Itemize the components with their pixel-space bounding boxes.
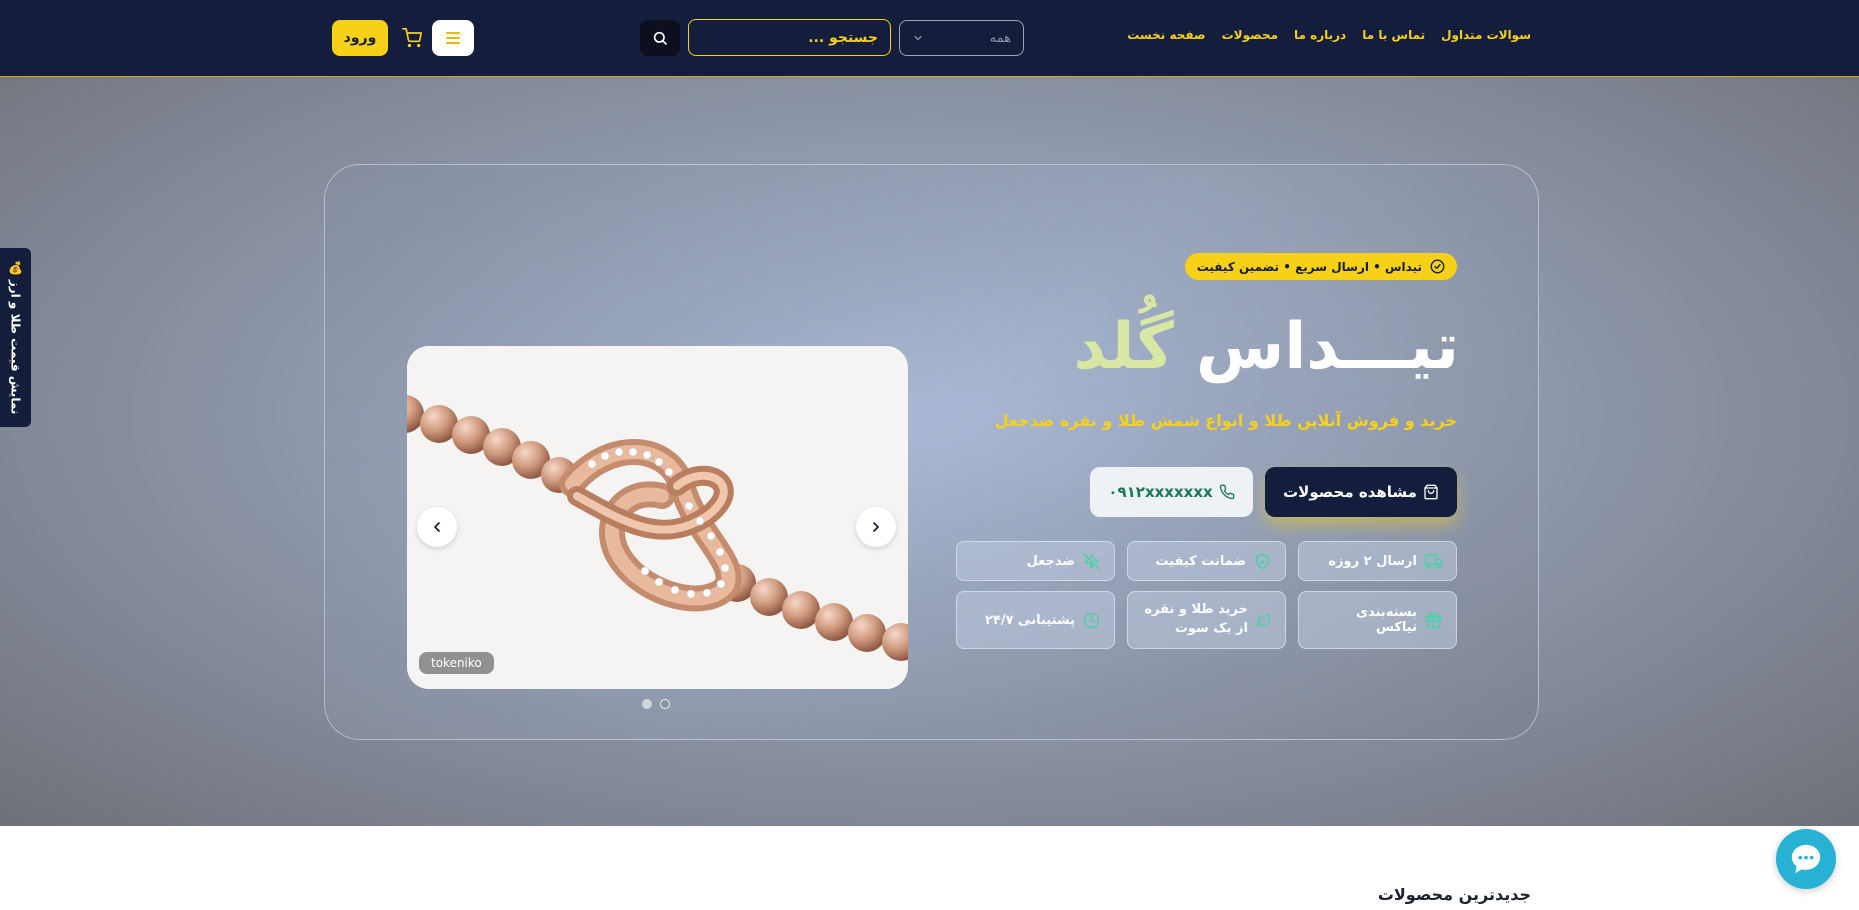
feature-shipping-label: ارسال ۲ روزه xyxy=(1328,553,1417,569)
carousel-caption: tokeniko xyxy=(419,652,494,674)
clock-icon xyxy=(1083,612,1100,628)
search-input[interactable] xyxy=(688,19,891,56)
gold-price-tab[interactable]: نمایش قیمت طلا و ارز 💰 xyxy=(0,248,31,427)
chevron-right-icon xyxy=(873,522,879,532)
hero-section: تیداس • ارسال سریع • تضمین کیفیت تیـــدا… xyxy=(0,77,1859,826)
feature-anti-fake-label: ضدجعل xyxy=(1026,553,1075,569)
brand-title: تیـــداس گُلد xyxy=(1073,309,1459,386)
bracelet-image xyxy=(407,346,908,689)
chevron-left-icon xyxy=(434,522,440,532)
hamburger-icon xyxy=(446,32,460,44)
nav-contact[interactable]: تماس با ما xyxy=(1362,28,1425,42)
carousel-dots xyxy=(642,699,670,709)
carousel-dot-1[interactable] xyxy=(642,699,652,709)
category-select-value: همه xyxy=(989,30,1011,46)
feature-quality-label: ضمانت کیفیت xyxy=(1155,553,1246,569)
category-select[interactable]: همه xyxy=(899,20,1024,56)
carousel-dot-2[interactable] xyxy=(660,699,670,709)
feature-shipping: ارسال ۲ روزه xyxy=(1298,541,1457,581)
view-products-label: مشاهده محصولات xyxy=(1283,483,1417,501)
search-icon xyxy=(653,31,667,45)
product-carousel[interactable]: tokeniko xyxy=(407,346,908,689)
feature-one-stop-label: خرید طلا و نقره از یک سوت xyxy=(1144,602,1248,636)
login-button[interactable]: ورود xyxy=(332,20,388,56)
feature-packaging: بسته‌بندی تیاکس xyxy=(1298,591,1457,649)
zap-off-icon xyxy=(1083,552,1100,570)
gold-price-tab-label: نمایش قیمت طلا و ارز 💰 xyxy=(8,260,23,415)
phone-number: ۰۹۱۲xxxxxxx xyxy=(1108,483,1213,501)
feature-quality: ضمانت کیفیت xyxy=(1127,541,1286,581)
nav-products[interactable]: محصولات xyxy=(1222,28,1278,42)
nav-about[interactable]: درباره ما xyxy=(1294,28,1346,42)
shield-check-icon xyxy=(1256,553,1269,569)
carousel-prev-button[interactable] xyxy=(417,507,457,547)
carousel-next-button[interactable] xyxy=(856,507,896,547)
chat-button[interactable] xyxy=(1776,829,1836,889)
hero-badge-text: تیداس • ارسال سریع • تضمین کیفیت xyxy=(1196,259,1422,274)
phone-icon xyxy=(1219,484,1235,500)
feature-anti-fake: ضدجعل xyxy=(956,541,1115,581)
gift-icon xyxy=(1425,612,1442,628)
search-button[interactable] xyxy=(640,20,680,56)
newest-products-title: جدیدترین محصولات xyxy=(1377,885,1531,904)
phone-button[interactable]: ۰۹۱۲xxxxxxx xyxy=(1090,467,1253,517)
shopping-bag-icon xyxy=(1424,484,1438,500)
nav-faq[interactable]: سوالات متداول xyxy=(1441,28,1531,42)
leaf-icon xyxy=(1256,613,1270,627)
view-products-button[interactable]: مشاهده محصولات xyxy=(1265,467,1457,517)
feature-support: پشتیبانی ۲۴/۷ xyxy=(956,591,1115,649)
main-nav: صفحه نخست محصولات درباره ما تماس با ما س… xyxy=(1127,28,1531,42)
hero-badge: تیداس • ارسال سریع • تضمین کیفیت xyxy=(1184,253,1457,280)
cart-icon[interactable] xyxy=(398,24,426,52)
check-circle-icon xyxy=(1430,259,1445,274)
chevron-down-icon xyxy=(914,35,922,41)
brand-title-part1: تیـــداس xyxy=(1196,310,1459,384)
brand-title-part2: گُلد xyxy=(1073,310,1174,384)
nav-home[interactable]: صفحه نخست xyxy=(1127,28,1205,42)
hero-tagline: خرید و فروش آنلاین طلا و انواع شمش طلا و… xyxy=(994,411,1457,430)
feature-one-stop: خرید طلا و نقره از یک سوت xyxy=(1127,591,1286,649)
menu-button[interactable] xyxy=(432,20,474,56)
chat-bubble-icon xyxy=(1791,844,1821,874)
truck-icon xyxy=(1425,553,1442,569)
feature-packaging-label: بسته‌بندی تیاکس xyxy=(1356,605,1417,635)
site-header: ورود همه صفحه نخست محصولات درباره ما تما… xyxy=(0,0,1859,77)
feature-support-label: پشتیبانی ۲۴/۷ xyxy=(984,612,1075,628)
